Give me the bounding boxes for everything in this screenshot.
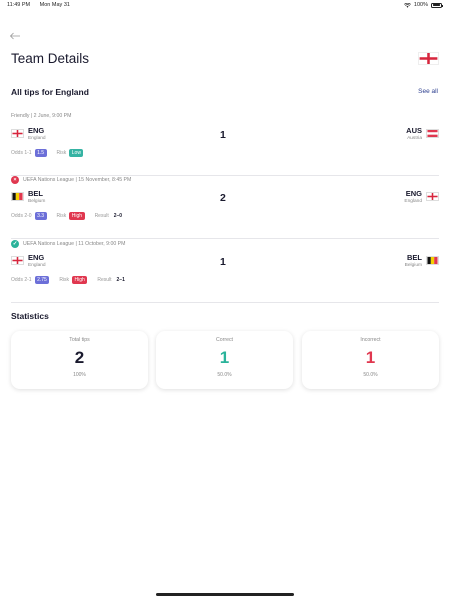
stat-card-incorrect: Incorrect 1 50.0% xyxy=(302,331,439,389)
page-title: Team Details xyxy=(11,51,90,66)
away-team-name: Austria xyxy=(407,136,422,141)
battery-percent: 100% xyxy=(413,2,428,8)
see-all-link[interactable]: See all xyxy=(418,88,438,95)
status-time: 11:49 PM xyxy=(7,2,31,8)
austria-flag-icon xyxy=(426,129,439,138)
home-team-name: Belgium xyxy=(28,199,46,204)
home-team-code: BEL xyxy=(28,189,43,198)
match-info: Friendly | 2 June, 9:00 PM xyxy=(11,113,72,119)
tips-section-title: All tips for England xyxy=(11,87,89,97)
england-flag-icon xyxy=(11,129,24,138)
odds-label: Odds 1-1 xyxy=(11,149,32,156)
odds-badge: 1.5 xyxy=(34,149,47,157)
tip-info-row: Odds 2-0 3.3 Risk High Result 2–0 xyxy=(11,212,122,220)
away-team-name: England xyxy=(404,199,422,204)
predicted-score: 1 xyxy=(220,256,226,268)
home-team-name: England xyxy=(28,136,46,141)
away-team-code: AUS xyxy=(406,126,422,135)
england-flag-icon xyxy=(426,192,439,201)
battery-icon xyxy=(431,2,443,8)
incorrect-icon: × xyxy=(11,176,19,184)
tip-meta: × UEFA Nations League | 15 November, 8:4… xyxy=(11,176,131,184)
result-value: 2–1 xyxy=(116,276,125,283)
match-info: UEFA Nations League | 11 October, 9:00 P… xyxy=(23,241,126,247)
tip-card[interactable]: Friendly | 2 June, 9:00 PM ENG England 1… xyxy=(11,113,439,176)
belgium-flag-icon xyxy=(426,256,439,265)
home-team: ENG England xyxy=(11,253,46,268)
tip-info-row: Odds 2-1 2.75 Risk High Result 2–1 xyxy=(11,276,125,284)
result-label: Result xyxy=(94,212,109,219)
stat-percent: 100% xyxy=(73,372,86,378)
stat-value: 2 xyxy=(74,348,85,367)
result-label: Result xyxy=(97,276,112,283)
stat-label: Correct xyxy=(215,337,233,343)
risk-label: Risk xyxy=(56,212,67,219)
risk-badge: High xyxy=(69,212,85,220)
belgium-flag-icon xyxy=(11,192,24,201)
tip-card[interactable]: × UEFA Nations League | 15 November, 8:4… xyxy=(11,176,439,239)
stat-value: 1 xyxy=(219,348,230,367)
predicted-score: 1 xyxy=(220,129,226,141)
england-flag-icon xyxy=(418,52,439,65)
stat-label: Incorrect xyxy=(360,337,381,343)
match-info: UEFA Nations League | 15 November, 8:45 … xyxy=(23,177,132,183)
home-team-code: ENG xyxy=(28,253,45,262)
risk-badge: Low xyxy=(69,149,84,157)
stat-card-total: Total tips 2 100% xyxy=(11,331,148,389)
risk-label: Risk xyxy=(59,276,70,283)
odds-label: Odds 2-1 xyxy=(11,276,32,283)
predicted-score: 2 xyxy=(220,192,226,204)
away-team-code: BEL xyxy=(407,253,422,262)
home-team-name: England xyxy=(28,263,46,268)
wifi-icon xyxy=(403,2,411,8)
home-indicator[interactable] xyxy=(156,593,294,596)
away-team: ENG England xyxy=(404,189,439,204)
tip-meta: ✓ UEFA Nations League | 11 October, 9:00… xyxy=(11,240,125,248)
odds-badge: 2.75 xyxy=(34,276,50,284)
correct-icon: ✓ xyxy=(11,240,19,248)
result-value: 2–0 xyxy=(113,212,123,219)
tip-info-row: Odds 1-1 1.5 Risk Low xyxy=(11,149,84,157)
tip-card[interactable]: ✓ UEFA Nations League | 11 October, 9:00… xyxy=(11,240,439,303)
away-team: BEL Belgium xyxy=(405,253,439,268)
home-team: BEL Belgium xyxy=(11,189,45,204)
odds-label: Odds 2-0 xyxy=(11,212,32,219)
tip-meta: Friendly | 2 June, 9:00 PM xyxy=(11,113,71,119)
home-team-code: ENG xyxy=(28,126,45,135)
stat-percent: 50.0% xyxy=(363,372,378,378)
away-team-name: Belgium xyxy=(404,263,422,268)
stat-card-correct: Correct 1 50.0% xyxy=(156,331,293,389)
stat-value: 1 xyxy=(365,348,376,367)
odds-badge: 3.3 xyxy=(34,212,47,220)
stat-percent: 50.0% xyxy=(217,372,232,378)
stat-label: Total tips xyxy=(69,337,90,343)
back-arrow-icon[interactable] xyxy=(9,31,21,41)
status-date: Mon May 31 xyxy=(39,2,70,8)
away-team: AUS Austria xyxy=(406,126,439,141)
england-flag-icon xyxy=(11,256,24,265)
risk-badge: High xyxy=(72,276,88,284)
statistics-title: Statistics xyxy=(11,311,49,321)
home-team: ENG England xyxy=(11,126,46,141)
away-team-code: ENG xyxy=(405,189,422,198)
risk-label: Risk xyxy=(56,149,67,156)
status-bar: 11:49 PM Mon May 31 100% xyxy=(0,0,450,12)
